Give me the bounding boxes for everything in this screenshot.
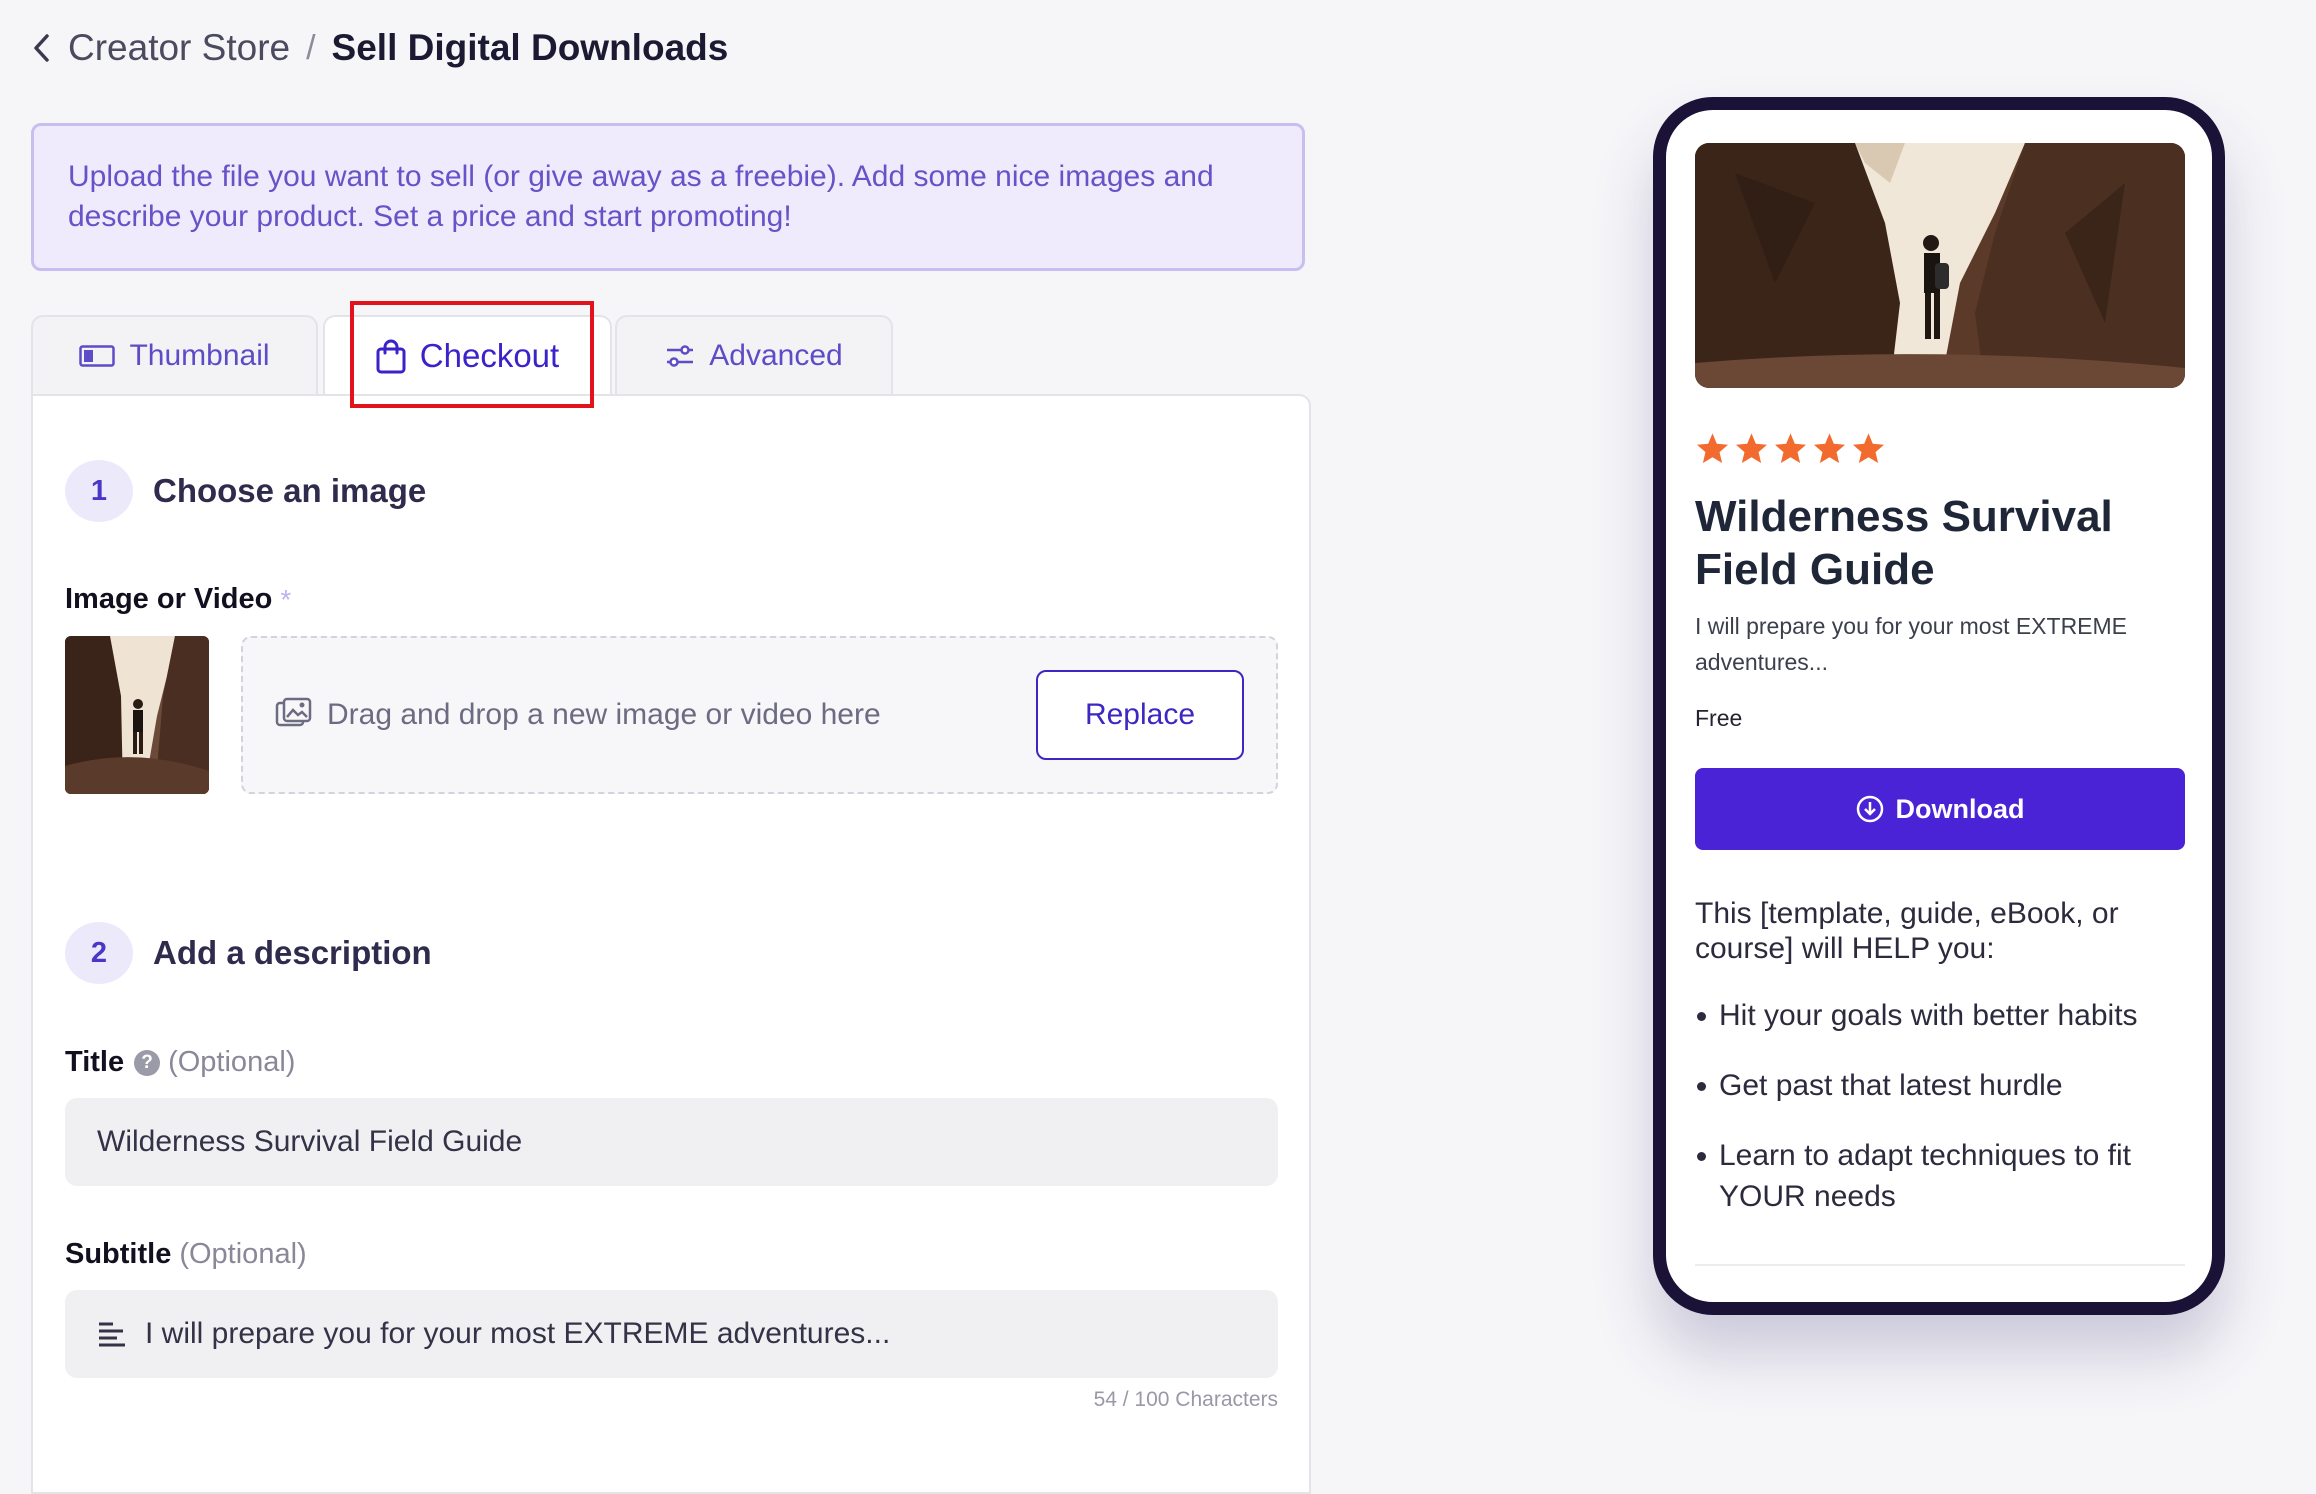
thumbnail-icon	[79, 345, 116, 367]
star-icon	[1773, 432, 1808, 470]
page-title: Sell Digital Downloads	[331, 27, 729, 68]
star-icon	[1734, 432, 1769, 470]
download-button-label: Download	[1895, 793, 2025, 824]
step-number-2: 2	[65, 922, 133, 984]
download-icon	[1856, 795, 1884, 823]
list-item: Get past that latest hurdle	[1695, 1065, 2175, 1106]
text-align-icon	[97, 1321, 127, 1347]
list-item: Hit your goals with better habits	[1695, 995, 2175, 1036]
tab-thumbnail[interactable]: Thumbnail	[31, 315, 318, 395]
title-label-text: Title	[65, 1046, 125, 1078]
tab-label: Advanced	[709, 339, 843, 372]
tab-label: Thumbnail	[129, 339, 270, 372]
breadcrumb: Creator Store / Sell Digital Downloads	[26, 22, 728, 74]
info-banner: Upload the file you want to sell (or giv…	[31, 123, 1305, 271]
preview-divider	[1695, 1264, 2185, 1266]
shopping-bag-icon	[376, 338, 406, 374]
character-count: 54 / 100 Characters	[1093, 1388, 1278, 1411]
preview-description-intro: This [template, guide, eBook, or course]…	[1695, 897, 2119, 965]
subtitle-input[interactable]: I will prepare you for your most EXTREME…	[65, 1290, 1278, 1378]
tab-checkout[interactable]: Checkout	[323, 315, 612, 395]
preview-benefits-list: Hit your goals with better habits Get pa…	[1695, 995, 2175, 1246]
image-field-label-text: Image or Video	[65, 583, 273, 615]
breadcrumb-separator: /	[306, 28, 316, 67]
breadcrumb-parent-link[interactable]: Creator Store	[68, 27, 290, 69]
help-icon[interactable]: ?	[134, 1049, 161, 1076]
images-upload-icon	[275, 697, 313, 734]
replace-button[interactable]: Replace	[1036, 670, 1244, 760]
subtitle-field-label: Subtitle (Optional)	[65, 1238, 307, 1271]
optional-note: (Optional)	[179, 1238, 307, 1270]
subtitle-input-value: I will prepare you for your most EXTREME…	[145, 1317, 891, 1350]
preview-price: Free	[1695, 705, 1743, 731]
star-icon	[1851, 432, 1886, 470]
tab-advanced[interactable]: Advanced	[615, 315, 893, 395]
preview-download-button[interactable]: Download	[1695, 768, 2185, 850]
preview-subtitle: I will prepare you for your most EXTREME…	[1695, 613, 2128, 675]
preview-rating-stars	[1695, 432, 1886, 470]
title-field-label: Title ? (Optional)	[65, 1046, 295, 1079]
selected-image-thumbnail[interactable]	[65, 636, 209, 794]
step-title-add-description: Add a description	[153, 934, 432, 971]
title-input[interactable]: Wilderness Survival Field Guide	[65, 1098, 1278, 1186]
list-item: Learn to adapt techniques to fit YOUR ne…	[1695, 1135, 2175, 1217]
chevron-left-icon[interactable]	[26, 28, 56, 68]
step-number-1: 1	[65, 460, 133, 522]
star-icon	[1812, 432, 1847, 470]
image-field-label: Image or Video *	[65, 583, 291, 616]
dropzone-text: Drag and drop a new image or video here	[327, 698, 881, 731]
optional-note: (Optional)	[168, 1046, 296, 1078]
tab-label: Checkout	[419, 337, 560, 374]
required-mark: *	[280, 583, 292, 615]
step-title-choose-image: Choose an image	[153, 472, 427, 509]
sliders-icon	[665, 344, 695, 368]
preview-product-image	[1695, 143, 2185, 388]
star-icon	[1695, 432, 1730, 470]
subtitle-label-text: Subtitle	[65, 1238, 172, 1270]
preview-title: Wilderness Survival Field Guide	[1695, 492, 2113, 594]
